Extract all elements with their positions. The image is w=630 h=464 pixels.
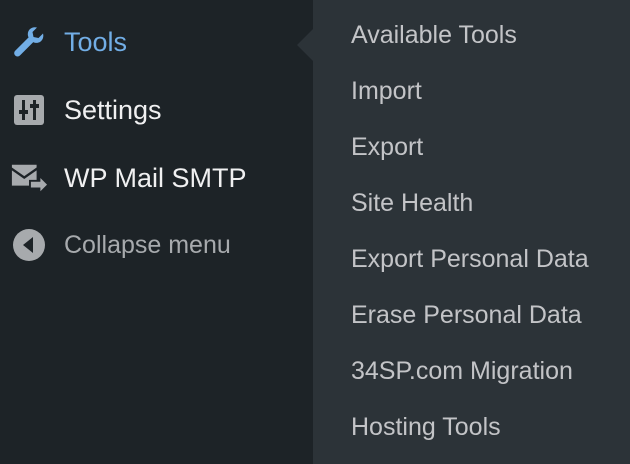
submenu-pointer-arrow	[297, 29, 313, 61]
collapse-arrow-icon	[10, 226, 48, 264]
menu-item-settings[interactable]: Settings	[0, 82, 313, 138]
submenu-item-34sp-migration[interactable]: 34SP.com Migration	[351, 351, 573, 391]
submenu-item-site-health[interactable]: Site Health	[351, 183, 473, 223]
wrench-icon	[10, 23, 48, 61]
collapse-menu-button[interactable]: Collapse menu	[0, 217, 313, 273]
menu-item-wp-mail-smtp[interactable]: WP Mail SMTP	[0, 150, 313, 206]
submenu-item-erase-personal-data[interactable]: Erase Personal Data	[351, 295, 582, 335]
mail-arrow-icon	[10, 159, 48, 197]
menu-item-tools[interactable]: Tools	[0, 14, 313, 70]
menu-item-label: Tools	[64, 26, 128, 57]
submenu-item-import[interactable]: Import	[351, 71, 422, 111]
admin-sidebar-menu: Tools Settings WP Mail SMTP Collapse men…	[0, 0, 313, 464]
wp-admin-page: Tools Settings WP Mail SMTP Collapse men…	[0, 0, 630, 464]
submenu-item-export-personal-data[interactable]: Export Personal Data	[351, 239, 589, 279]
menu-item-label: Settings	[64, 94, 162, 125]
menu-item-label: Collapse menu	[64, 230, 231, 259]
tools-submenu: Available Tools Import Export Site Healt…	[313, 0, 630, 464]
menu-item-label: WP Mail SMTP	[64, 162, 247, 193]
submenu-item-hosting-tools[interactable]: Hosting Tools	[351, 407, 501, 447]
submenu-item-export[interactable]: Export	[351, 127, 423, 167]
sliders-icon	[10, 91, 48, 129]
submenu-item-available-tools[interactable]: Available Tools	[351, 15, 517, 55]
